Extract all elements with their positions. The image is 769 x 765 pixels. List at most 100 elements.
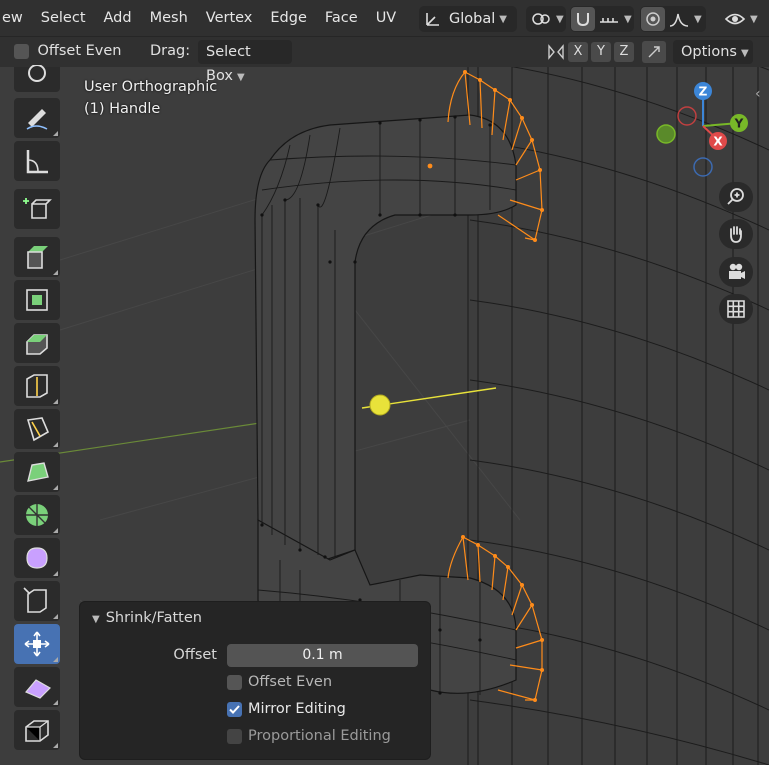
object-name: (1) Handle	[84, 101, 161, 117]
chevron-down-icon: ▼	[499, 13, 507, 25]
menu-vertex[interactable]: Vertex	[197, 0, 262, 36]
measure-ruler-icon	[26, 150, 48, 174]
tool-knife[interactable]	[14, 409, 60, 449]
knife-icon	[26, 417, 50, 442]
tool-measure[interactable]	[14, 141, 60, 181]
tool-annotate[interactable]	[14, 98, 60, 138]
chevron-down-icon: ▼	[694, 13, 702, 25]
tool-shear[interactable]	[14, 667, 60, 707]
snap-toggle[interactable]	[571, 7, 595, 31]
eye-icon	[724, 13, 746, 25]
orientation-icon	[426, 13, 439, 26]
offset-field[interactable]: 0.1 m	[227, 644, 418, 667]
bevel-icon	[26, 334, 48, 355]
mirror-editing-checkbox[interactable]	[227, 701, 242, 717]
mirror-x-toggle[interactable]: X	[568, 42, 588, 62]
tool-loop-cut[interactable]	[14, 366, 60, 406]
tool-add-cube[interactable]	[14, 189, 60, 229]
options-label: Options	[681, 44, 737, 60]
menu-face[interactable]: Face	[316, 0, 367, 36]
gizmo-x-label: X	[713, 135, 723, 149]
navigation-gizmo[interactable]: Z Y X	[650, 78, 750, 198]
proportional-editing-group: ▼	[640, 6, 706, 32]
mirror-icon	[548, 44, 564, 60]
menu-mesh[interactable]: Mesh	[141, 0, 197, 36]
zoom-button[interactable]	[719, 182, 753, 212]
proportional-editing-label: Proportional Editing	[248, 728, 391, 744]
options-dropdown[interactable]: Options ▼	[673, 40, 753, 64]
visibility-dropdown[interactable]: ▼	[724, 6, 769, 32]
drag-label: Drag:	[150, 43, 191, 59]
offset-even-checkbox[interactable]	[14, 43, 29, 59]
orientation-value: Global	[449, 11, 496, 27]
shrink-fatten-icon	[24, 631, 50, 657]
tool-spin[interactable]	[14, 495, 60, 535]
tool-inset[interactable]	[14, 280, 60, 320]
transform-orientation-dropdown[interactable]: Global ▼	[419, 6, 517, 32]
magnet-icon	[577, 13, 589, 27]
gizmo-neg-y[interactable]	[656, 124, 676, 144]
grid-icon	[727, 300, 745, 318]
offset-even-option[interactable]: Offset Even	[14, 43, 121, 59]
tool-edge-slide[interactable]	[14, 581, 60, 621]
gizmo-neg-z[interactable]	[693, 157, 713, 177]
proportional-editing-row[interactable]: Proportional Editing	[227, 728, 391, 744]
gizmo-z-label: Z	[699, 85, 708, 99]
rip-region-icon	[25, 720, 49, 742]
extrude-icon	[27, 246, 48, 269]
tool-shrink-fatten[interactable]	[14, 624, 60, 664]
chevron-down-icon: ▼	[556, 13, 564, 25]
offset-even-label: Offset Even	[37, 43, 122, 59]
mirror-y-toggle[interactable]: Y	[591, 42, 611, 62]
tool-poly-build[interactable]	[14, 452, 60, 492]
chevron-down-icon: ▼	[750, 13, 758, 25]
proportional-editing-checkbox[interactable]	[227, 728, 242, 744]
view-name: User Orthographic	[84, 79, 218, 95]
pan-button[interactable]	[719, 219, 753, 249]
pivot-icon	[532, 13, 550, 25]
mirror-editing-label: Mirror Editing	[248, 701, 346, 717]
proportional-toggle[interactable]	[641, 7, 665, 31]
poly-build-icon	[27, 462, 49, 482]
offset-label: Offset	[173, 647, 217, 663]
loop-cut-icon	[26, 374, 48, 398]
tool-smooth[interactable]	[14, 538, 60, 578]
tool-extrude[interactable]	[14, 237, 60, 277]
chevron-down-icon: ▼	[92, 614, 100, 625]
menu-edge[interactable]: Edge	[261, 0, 316, 36]
shear-icon	[25, 679, 51, 699]
drag-dropdown[interactable]: Select Box ▼	[198, 40, 292, 84]
annotate-pencil-icon	[26, 109, 48, 130]
hand-icon	[730, 226, 742, 243]
add-cube-icon	[23, 198, 52, 219]
offset-even-checkbox[interactable]	[227, 674, 242, 690]
gizmo-neg-x[interactable]	[677, 106, 697, 126]
mirror-editing-row[interactable]: Mirror Editing	[227, 701, 346, 717]
falloff-curve-icon[interactable]	[668, 10, 690, 28]
menu-uv[interactable]: UV	[367, 0, 406, 36]
pivot-point-dropdown[interactable]: ▼	[526, 6, 566, 32]
camera-view-button[interactable]	[719, 257, 753, 287]
auto-merge-icon	[648, 46, 660, 58]
offset-even-row[interactable]: Offset Even	[227, 674, 332, 690]
panel-header[interactable]: ▼ Shrink/Fatten	[92, 610, 202, 626]
menu-select[interactable]: Select	[32, 0, 95, 36]
snap-increment-icon[interactable]	[598, 10, 620, 28]
tool-rip[interactable]	[14, 710, 60, 750]
edge-slide-icon	[23, 587, 47, 613]
menu-view[interactable]: ew	[0, 0, 32, 36]
zoom-icon	[727, 188, 744, 205]
camera-icon	[729, 263, 745, 279]
tool-cursor[interactable]	[14, 64, 60, 92]
chevron-down-icon: ▼	[236, 72, 245, 83]
ortho-toggle-button[interactable]	[719, 294, 753, 324]
tool-bevel[interactable]	[14, 323, 60, 363]
mirror-z-toggle[interactable]: Z	[614, 42, 634, 62]
sidebar-toggle-icon[interactable]: ‹	[755, 86, 761, 102]
offset-even-label: Offset Even	[248, 674, 333, 690]
menu-add[interactable]: Add	[95, 0, 141, 36]
inset-faces-icon	[26, 289, 48, 311]
proportional-icon	[646, 12, 660, 26]
cursor-icon	[28, 64, 46, 82]
auto-merge-toggle[interactable]	[642, 41, 666, 63]
